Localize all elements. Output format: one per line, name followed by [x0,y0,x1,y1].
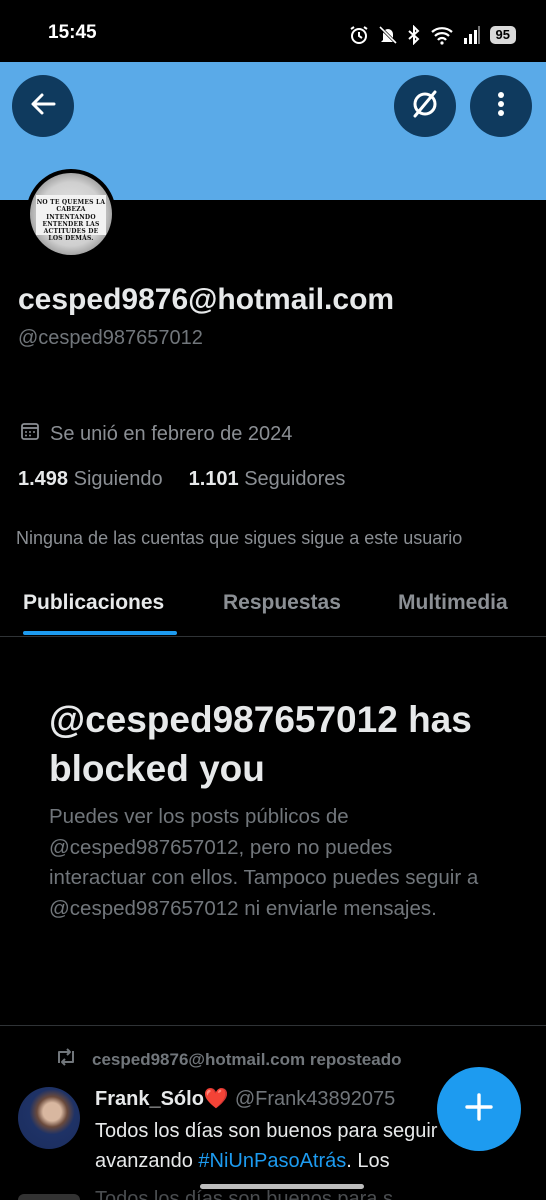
grok-button[interactable] [394,75,456,137]
plus-icon [464,1092,494,1127]
bluetooth-icon [407,25,421,45]
back-arrow-icon [29,90,57,123]
followers-link[interactable]: 1.101 Seguidores [189,468,346,491]
next-post-preview: Todos los días son buenos para s [95,1188,393,1200]
joined-text: Se unió en febrero de 2024 [50,422,293,445]
back-button[interactable] [12,75,74,137]
profile-tabs: Publicaciones Respuestas Multimedia [0,575,546,637]
alarm-icon [349,25,369,45]
active-tab-indicator [23,631,177,635]
repost-indicator: cesped9876@hotmail.com reposteado [54,1047,401,1072]
tab-respuestas[interactable]: Respuestas [223,591,341,615]
status-bar: 15:45 95 [0,0,546,62]
following-label: Siguiendo [73,468,163,490]
joined-date: Se unió en febrero de 2024 [20,421,292,447]
post-hashtag[interactable]: #NiUnPasoAtrás [198,1150,346,1172]
mute-icon [378,25,398,45]
avatar-image-text: NO TE QUEMES LA CABEZA INTENTANDO ENTEND… [36,195,106,242]
follow-stats: 1.498 Siguiendo 1.101 Seguidores [18,468,345,491]
post-author-avatar[interactable] [18,1087,80,1149]
next-post-avatar [18,1194,80,1200]
battery-indicator: 95 [489,26,516,44]
status-time: 15:45 [48,22,97,43]
profile-handle: @cesped987657012 [18,327,203,349]
repost-label: cesped9876@hotmail.com reposteado [92,1049,402,1069]
section-divider [0,1025,546,1026]
heart-emoji: ❤️ [203,1088,229,1110]
wifi-icon [430,25,454,45]
display-name: cesped9876@hotmail.com [18,283,395,316]
status-icons: 95 [349,20,516,50]
profile-avatar[interactable]: NO TE QUEMES LA CABEZA INTENTANDO ENTEND… [26,169,116,259]
post-text-end: . Los [346,1150,390,1172]
post-author-handle: @Frank43892075 [234,1088,396,1110]
blocked-title: @cesped987657012 has blocked you [49,699,472,789]
tab-publicaciones[interactable]: Publicaciones [23,591,164,615]
post-header: Frank_Sólo❤️ @Frank43892075 [95,1086,395,1111]
tab-multimedia[interactable]: Multimedia [398,591,508,615]
grok-icon [409,88,441,125]
blocked-description: Puedes ver los posts públicos de @cesped… [49,805,479,920]
signal-icon [463,25,481,45]
followers-label: Seguidores [244,468,346,490]
gesture-navigation-bar[interactable] [200,1184,364,1189]
more-vertical-icon [497,90,505,123]
post-author-name[interactable]: Frank_Sólo❤️ [95,1086,229,1111]
following-link[interactable]: 1.498 Siguiendo [18,468,163,491]
calendar-icon [20,421,40,447]
avatar-image: NO TE QUEMES LA CABEZA INTENTANDO ENTEND… [30,173,112,255]
following-count: 1.498 [18,468,69,490]
post-author-text: Frank_Sólo [95,1088,204,1110]
compose-post-button[interactable] [437,1067,521,1151]
mutual-followers-note: Ninguna de las cuentas que sigues sigue … [16,528,463,548]
followers-count: 1.101 [188,468,239,490]
repost-icon [54,1047,78,1072]
more-options-button[interactable] [470,75,532,137]
